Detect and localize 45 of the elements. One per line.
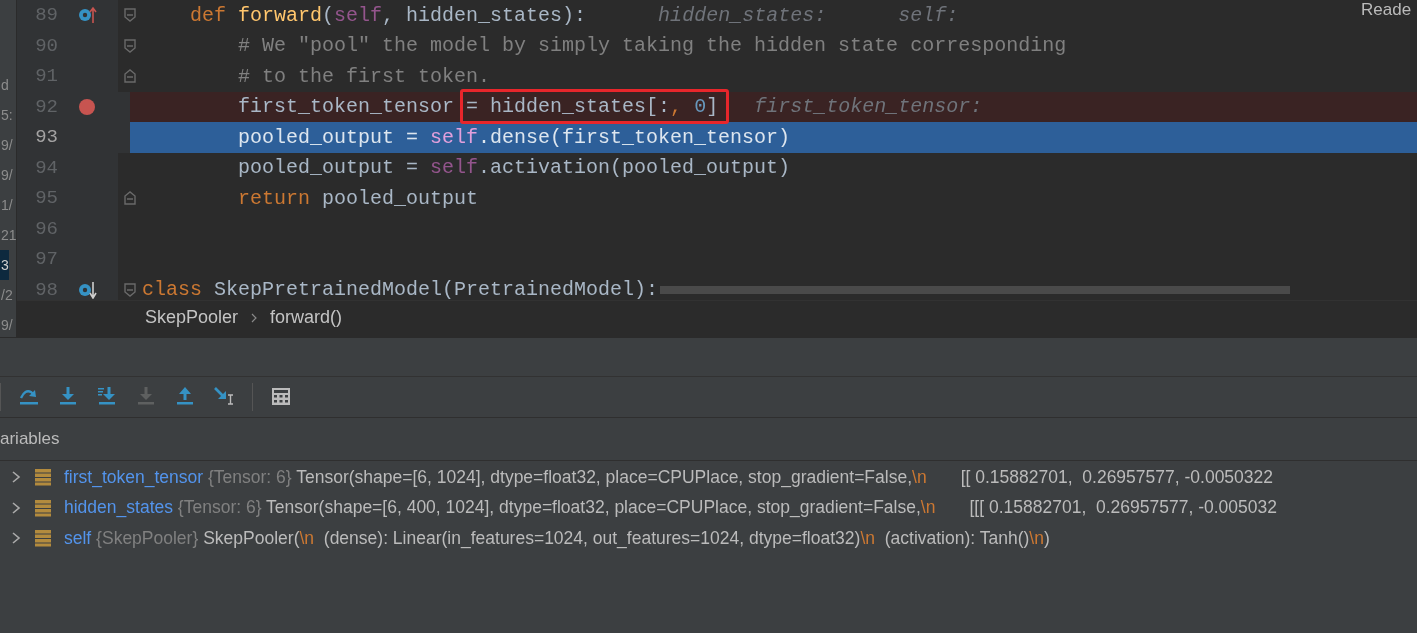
code-line: # to the first token.: [237, 64, 491, 88]
variable-icon: [34, 498, 52, 517]
code-text: first_token_tensor: [237, 95, 456, 119]
code-line: pooled_output = self.dense(first_token_tensor): [237, 125, 791, 149]
code-line: return pooled_output: [237, 186, 479, 210]
horizontal-scrollbar[interactable]: [660, 286, 1290, 294]
panel-label: Reade: [1361, 0, 1412, 20]
override-marker-icon[interactable]: [78, 6, 98, 25]
line-number: 93: [34, 126, 58, 149]
fold-icon[interactable]: [123, 69, 137, 84]
variable-value: hidden_states {Tensor: 6} Tensor(shape=[6, 400, 1024], dtype=float32, place=CPUPlace, stop_gradient=False,\n [[[ 0.15882701, 0.26957577, -0.005032: [64, 497, 1277, 519]
list-item[interactable]: 1/: [0, 190, 13, 220]
list-item[interactable]: 3: [0, 250, 9, 280]
panel-title: ariables: [0, 429, 60, 449]
fold-icon[interactable]: [123, 38, 137, 53]
list-item[interactable]: d: [0, 70, 9, 100]
implemented-marker-icon[interactable]: [78, 280, 98, 299]
fold-icon[interactable]: [123, 191, 137, 206]
code-line: pooled_output = self.activation(pooled_output): [237, 156, 791, 180]
breadcrumb-item[interactable]: SkepPooler: [145, 307, 239, 328]
list-item[interactable]: 9/: [0, 310, 13, 337]
variable-icon: [34, 468, 52, 487]
calculator-icon[interactable]: [270, 386, 292, 408]
highlight-rectangle: = hidden_states[:, 0]: [460, 89, 730, 125]
step-into-icon[interactable]: [57, 386, 79, 408]
list-item[interactable]: 9/: [0, 130, 13, 160]
list-item[interactable]: 9/: [0, 160, 13, 190]
code-text: first_token_tensor:: [753, 95, 983, 119]
code-line: # We "pool" the model by simply taking the hidden state corresponding: [237, 34, 1067, 58]
code-line: class SkepPretrainedModel(PretrainedModel):: [142, 278, 659, 300]
breadcrumb-item[interactable]: forward(): [270, 307, 343, 328]
list-item[interactable]: /2: [0, 280, 13, 310]
list-item[interactable]: 5:: [0, 100, 13, 130]
run-to-cursor-icon[interactable]: [213, 386, 235, 408]
chevron-icon: [250, 311, 259, 324]
breakpoint-icon[interactable]: [78, 97, 98, 116]
step-into-my-code-icon[interactable]: [96, 386, 118, 408]
fold-icon[interactable]: [123, 8, 137, 23]
variable-value: first_token_tensor {Tensor: 6} Tensor(shape=[6, 1024], dtype=float32, place=CPUPlace, stop_gradient=False,\n [[ 0.15882701, 0.26957577, -0.0050322: [64, 466, 1274, 488]
fold-icon[interactable]: [123, 282, 137, 297]
variable-value: self {SkepPooler} SkepPooler(\n (dense): Linear(in_features=1024, out_features=1024, dtype=float32)\n (activation): Tanh()\n): [64, 527, 1050, 549]
list-item[interactable]: 21: [0, 220, 16, 250]
code-line: def forward(self, hidden_states): hidden_states: self:: [189, 3, 959, 27]
variable-icon: [34, 529, 52, 548]
step-out-icon[interactable]: [174, 386, 196, 408]
